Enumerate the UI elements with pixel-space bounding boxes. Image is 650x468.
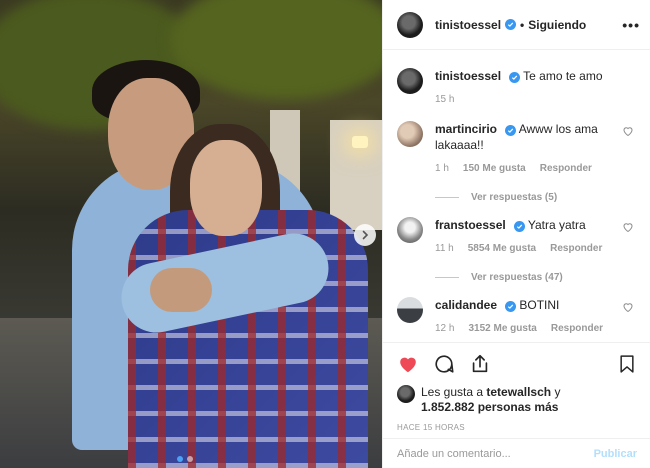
comment-likes[interactable]: 150 Me gusta: [463, 163, 526, 174]
verified-icon: [505, 301, 517, 312]
view-replies-label: Ver respuestas (5): [471, 192, 558, 203]
comment-username[interactable]: martincirio: [435, 122, 497, 136]
more-options-button[interactable]: •••: [622, 17, 640, 33]
commenter-avatar[interactable]: [397, 217, 423, 243]
caption: tinistoessel Te amo te amo 15 h: [397, 68, 636, 105]
post-actions: Les gusta a tetewallsch y 1.852.882 pers…: [383, 342, 650, 432]
reply-button[interactable]: Responder: [550, 243, 602, 254]
comment-time: 12 h: [435, 323, 455, 334]
heart-icon[interactable]: [622, 301, 634, 313]
comment-likes[interactable]: 3152 Me gusta: [468, 323, 536, 334]
caption-text: Te amo te amo: [523, 69, 603, 83]
post-details-panel: tinistoessel • Siguiendo ••• tinistoesse…: [382, 0, 650, 468]
post-photo[interactable]: [0, 0, 382, 468]
caption-avatar[interactable]: [397, 68, 423, 94]
liker-avatar[interactable]: [397, 385, 415, 403]
view-replies-button[interactable]: Ver respuestas (5): [435, 192, 636, 203]
view-replies-label: Ver respuestas (47): [471, 272, 563, 283]
comment-item: franstoessel Yatra yatra 11 h 5854 Me gu…: [397, 217, 636, 254]
comment-item: calidandee BOTINI 12 h 3152 Me gusta Res…: [397, 297, 636, 334]
comment-username[interactable]: franstoessel: [435, 218, 506, 232]
post-timestamp: HACE 15 HORAS: [397, 423, 465, 432]
heart-icon[interactable]: [622, 221, 634, 233]
bookmark-button[interactable]: [617, 353, 637, 375]
likes-count[interactable]: 1.852.882 personas más: [421, 400, 558, 414]
chevron-right-icon: [362, 230, 369, 240]
comment-likes[interactable]: 5854 Me gusta: [468, 243, 536, 254]
comment-item: martincirio Awww los ama lakaaaa!! 1 h 1…: [397, 121, 636, 174]
comment-input[interactable]: [397, 447, 594, 460]
verified-icon: [509, 72, 521, 83]
following-button[interactable]: Siguiendo: [528, 18, 586, 32]
carousel-dot-active: [177, 456, 183, 462]
reply-button[interactable]: Responder: [540, 163, 592, 174]
view-replies-button[interactable]: Ver respuestas (47): [435, 272, 636, 283]
reply-button[interactable]: Responder: [551, 323, 603, 334]
like-button[interactable]: [397, 353, 419, 375]
heart-icon[interactable]: [622, 125, 634, 137]
comments-list[interactable]: tinistoessel Te amo te amo 15 h martinci…: [383, 50, 650, 342]
comment-time: 1 h: [435, 163, 449, 174]
background-foliage: [170, 0, 382, 100]
replies-line: [435, 197, 459, 198]
liker-username[interactable]: tetewallsch: [486, 385, 551, 399]
carousel-indicator: [177, 456, 193, 462]
man-hand: [150, 268, 212, 312]
woman-face: [190, 140, 262, 236]
commenter-avatar[interactable]: [397, 297, 423, 323]
replies-line: [435, 277, 459, 278]
likes-connector: y: [554, 385, 561, 399]
caption-time: 15 h: [435, 94, 455, 105]
comment-time: 11 h: [435, 243, 454, 254]
background-lamp: [352, 136, 368, 148]
comment-text: BOTINI: [519, 298, 560, 312]
add-comment-bar: Publicar: [383, 438, 650, 468]
share-button[interactable]: [469, 353, 491, 375]
likes-prefix: Les gusta a: [421, 385, 484, 399]
comment-text: Yatra yatra: [527, 218, 586, 232]
author-username[interactable]: tinistoessel: [435, 18, 501, 32]
verified-icon: [505, 19, 517, 30]
verified-icon: [505, 125, 517, 136]
comment-username[interactable]: calidandee: [435, 298, 497, 312]
commenter-avatar[interactable]: [397, 121, 423, 147]
likes-summary: Les gusta a tetewallsch y 1.852.882 pers…: [397, 385, 637, 415]
post-header: tinistoessel • Siguiendo •••: [383, 0, 650, 50]
caption-username[interactable]: tinistoessel: [435, 69, 501, 83]
header-separator: •: [520, 17, 525, 32]
author-avatar[interactable]: [397, 11, 423, 38]
verified-icon: [513, 221, 525, 232]
carousel-dot: [187, 456, 193, 462]
publish-button[interactable]: Publicar: [594, 448, 637, 460]
comment-button[interactable]: [433, 353, 455, 375]
carousel-next-button[interactable]: [354, 224, 376, 246]
